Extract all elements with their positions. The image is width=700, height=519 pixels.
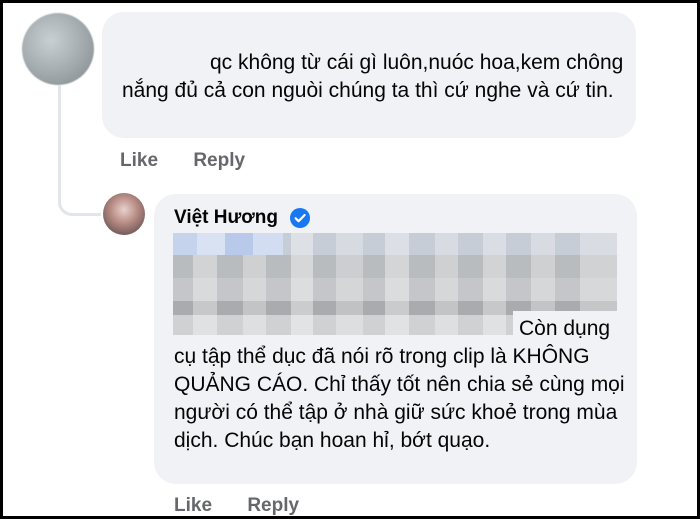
comment-reply-button[interactable]: Reply (193, 150, 245, 171)
comment-bubble: qc không từ cái gì luôn,nuóc hoa,kem chô… (102, 12, 636, 138)
blurred-mention-link (173, 233, 283, 255)
reply-like-button[interactable]: Like (174, 495, 212, 516)
thread-connector-line (58, 85, 101, 216)
reply-author-avatar[interactable] (103, 193, 145, 235)
comment-text: qc không từ cái gì luôn,nuóc hoa,kem chô… (122, 51, 624, 102)
verified-badge-icon (290, 208, 310, 228)
reply-actions: Like Reply (174, 495, 329, 516)
reply-text-block: Còn dụng cụ tập thể dục đã nói rõ trong … (174, 315, 632, 455)
comment-thread: qc không từ cái gì luôn,nuóc hoa,kem chô… (3, 3, 697, 516)
comment-like-button[interactable]: Like (120, 150, 158, 171)
comment-actions: Like Reply (120, 150, 275, 172)
comment-text-block: qc không từ cái gì luôn,nuóc hoa,kem chô… (122, 49, 632, 105)
reply-author-name[interactable]: Việt Hương (174, 207, 278, 229)
reply-text: Còn dụng cụ tập thể dục đã nói rõ trong … (174, 317, 625, 452)
commenter-avatar[interactable] (22, 13, 94, 85)
reply-reply-button[interactable]: Reply (247, 495, 299, 516)
